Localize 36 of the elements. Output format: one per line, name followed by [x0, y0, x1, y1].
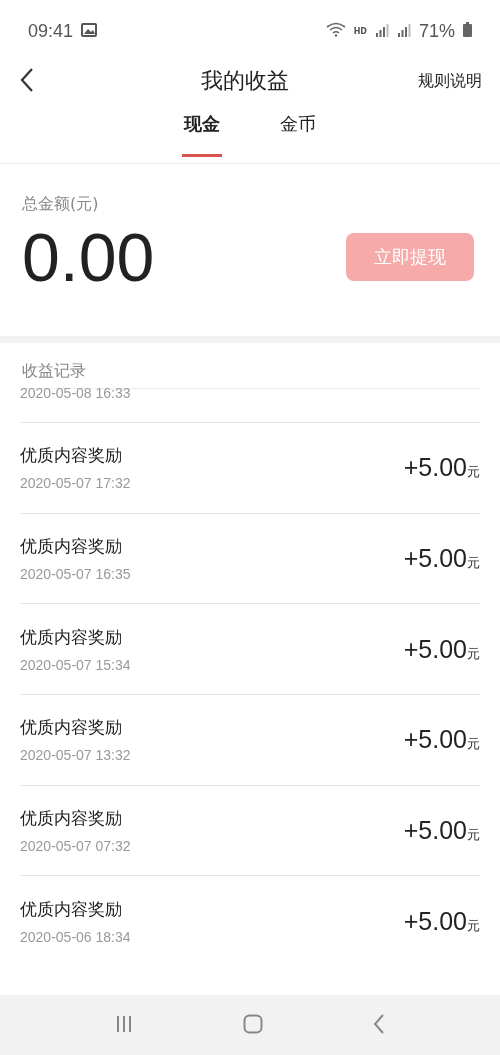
- record-amount: +5.00: [403, 634, 467, 664]
- page-title: 我的收益: [201, 67, 289, 95]
- record-amount: +5.00: [403, 453, 467, 483]
- record-title: 优质内容奖励: [20, 716, 123, 740]
- section-title: 收益记录: [21, 360, 87, 382]
- record-date: 2020-05-07 13:32: [20, 747, 131, 764]
- currency-unit: 元: [467, 827, 480, 845]
- record-title: 优质内容奖励: [20, 807, 123, 831]
- record-amount: +5.00: [403, 816, 467, 846]
- record-date: 2020-05-07 17:32: [20, 475, 131, 492]
- record-amount: +5.00: [403, 725, 467, 755]
- status-time: 09:41: [28, 20, 74, 42]
- record-amount: +5.00: [403, 544, 467, 574]
- record-date: 2020-05-07 07:32: [20, 838, 131, 855]
- network-label: HD: [353, 26, 367, 36]
- record-amount: +5.00: [403, 906, 467, 936]
- currency-unit: 元: [467, 645, 480, 663]
- home-button[interactable]: [243, 1013, 263, 1037]
- record-title: 优质内容奖励: [20, 625, 123, 649]
- battery-level: 71%: [418, 20, 455, 42]
- record-title: 优质内容奖励: [20, 535, 123, 559]
- balance-amount: 0.00: [22, 218, 155, 297]
- currency-unit: 元: [467, 555, 480, 573]
- currency-unit: 元: [467, 736, 480, 754]
- tab[interactable]: 金币: [278, 100, 318, 162]
- record-date: 2020-05-07 15:34: [20, 656, 131, 673]
- tab[interactable]: 现金: [182, 100, 222, 162]
- record-title: 优质内容奖励: [20, 897, 123, 921]
- record-date: 2020-05-07 16:35: [20, 566, 131, 583]
- balance-label: 总金额(元): [22, 194, 100, 215]
- record-title: 优质内容奖励: [20, 444, 123, 468]
- currency-unit: 元: [467, 917, 480, 935]
- record-date: 2020-05-06 18:34: [20, 928, 131, 945]
- record-date: 2020-05-08 16:33: [20, 385, 131, 401]
- rules-link[interactable]: 规则说明: [418, 70, 482, 92]
- currency-unit: 元: [467, 464, 480, 482]
